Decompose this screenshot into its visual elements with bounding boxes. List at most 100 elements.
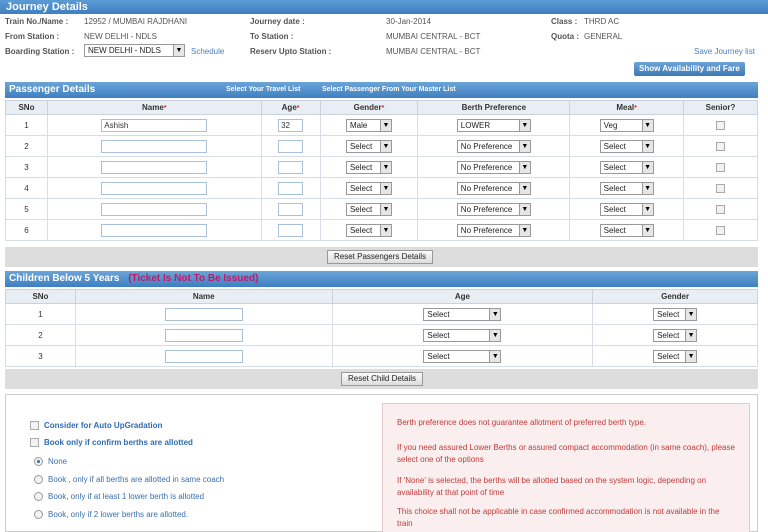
passenger-meal-select-value: Select [603, 204, 626, 214]
child-gender-select[interactable]: Select ▼ [653, 349, 698, 363]
confirm-berths-option[interactable]: Book only if confirm berths are allotted [30, 438, 193, 448]
passenger-gender-select-value: Male [349, 120, 368, 130]
passenger-gender-select[interactable]: Select ▼ [345, 202, 392, 216]
child-age-select[interactable]: Select ▼ [423, 349, 502, 363]
confirm-berths-checkbox[interactable] [30, 438, 39, 448]
passenger-gender-select[interactable]: Select ▼ [345, 181, 392, 195]
passenger-meal-select[interactable]: Veg ▼ [599, 118, 654, 132]
passenger-name-input[interactable] [101, 223, 208, 237]
passenger-gender-select[interactable]: Select ▼ [345, 223, 392, 237]
reset-child-button[interactable]: Reset Child Details [341, 372, 424, 386]
passenger-details-header: Passenger Details Select Your Travel Lis… [5, 82, 758, 98]
passenger-age-cell [260, 219, 321, 241]
child-age-select[interactable]: Select ▼ [423, 307, 502, 321]
passenger-age-input[interactable]: 32 [278, 118, 304, 132]
reserv-upto-value: MUMBAI CENTRAL - BCT [386, 47, 481, 56]
passenger-sno: 5 [5, 198, 48, 220]
passenger-name-cell [46, 219, 262, 241]
passenger-name-input[interactable] [101, 160, 208, 174]
senior-checkbox[interactable] [716, 162, 726, 172]
passenger-meal-select-value: Select [603, 183, 626, 193]
passenger-gender-cell: Select ▼ [319, 198, 419, 220]
reset-passengers-button[interactable]: Reset Passengers Details [327, 250, 434, 264]
passenger-name-input[interactable] [101, 139, 208, 153]
col-name: Name* [46, 100, 262, 115]
passenger-row: 1 Ashish 32 Male ▼ LOWER ▼ Veg ▼ [5, 114, 758, 136]
passenger-berth-select[interactable]: No Preference ▼ [456, 139, 531, 153]
radio-two-lower-option[interactable]: Book, only if 2 lower berths are allotte… [34, 510, 189, 520]
required-mark: * [634, 105, 637, 112]
child-name-input[interactable] [164, 349, 243, 363]
auto-upgrade-checkbox[interactable] [30, 421, 39, 431]
required-mark: * [296, 105, 300, 112]
child-gender-select-value: Select [657, 330, 680, 340]
passenger-age-input[interactable] [278, 202, 304, 216]
child-gender-select[interactable]: Select ▼ [653, 328, 698, 342]
show-availability-button[interactable]: Show Availability and Fare [634, 62, 745, 76]
senior-checkbox[interactable] [716, 225, 726, 235]
passenger-name-input[interactable] [101, 202, 208, 216]
passenger-meal-select[interactable]: Select ▼ [599, 202, 654, 216]
passenger-gender-select-value: Select [349, 141, 373, 151]
child-age-select[interactable]: Select ▼ [423, 328, 502, 342]
radio-none[interactable] [34, 457, 43, 467]
passenger-senior-cell [683, 156, 758, 178]
auto-upgrade-option[interactable]: Consider for Auto UpGradation [30, 421, 162, 431]
passenger-berth-select-value: No Preference [460, 141, 513, 151]
note-not-applicable: This choice shall not be applicable in c… [397, 507, 720, 528]
senior-checkbox[interactable] [716, 183, 726, 193]
passenger-age-input[interactable] [278, 223, 304, 237]
chevron-down-icon: ▼ [685, 308, 697, 320]
passenger-name-input[interactable]: Ashish [101, 118, 208, 132]
passenger-meal-select[interactable]: Select ▼ [599, 160, 654, 174]
passenger-gender-select[interactable]: Select ▼ [345, 160, 392, 174]
select-travel-list-link[interactable]: Select Your Travel List [226, 82, 300, 98]
radio-same-coach-option[interactable]: Book , only if all berths are allotted i… [34, 475, 224, 485]
radio-two-lower[interactable] [34, 510, 43, 520]
passenger-sno: 2 [5, 135, 48, 157]
passenger-meal-select-value: Select [603, 162, 626, 172]
radio-one-lower[interactable] [34, 492, 43, 502]
schedule-link[interactable]: Schedule [191, 47, 224, 56]
child-gender-select[interactable]: Select ▼ [653, 307, 698, 321]
child-name-input[interactable] [164, 307, 243, 321]
chevron-down-icon: ▼ [685, 329, 697, 341]
chevron-down-icon: ▼ [641, 203, 653, 215]
passenger-berth-select[interactable]: No Preference ▼ [456, 223, 531, 237]
passenger-meal-select[interactable]: Select ▼ [599, 223, 654, 237]
child-name-input[interactable] [164, 328, 243, 342]
passenger-berth-select[interactable]: No Preference ▼ [456, 202, 531, 216]
passenger-gender-select[interactable]: Select ▼ [345, 139, 392, 153]
radio-one-lower-option[interactable]: Book, only if at least 1 lower berth is … [34, 492, 204, 502]
senior-checkbox[interactable] [716, 141, 726, 151]
chevron-down-icon: ▼ [173, 45, 184, 56]
chevron-down-icon: ▼ [379, 119, 391, 131]
boarding-station-select[interactable]: NEW DELHI - NDLS ▼ [84, 44, 185, 57]
passenger-meal-select[interactable]: Select ▼ [599, 139, 654, 153]
class-label: Class : [551, 17, 578, 26]
child-gender-select-value: Select [657, 309, 680, 319]
save-journey-list-link[interactable]: Save Journey list [694, 47, 755, 56]
radio-same-coach[interactable] [34, 475, 43, 485]
senior-checkbox[interactable] [716, 120, 726, 130]
passenger-age-input[interactable] [278, 139, 304, 153]
passenger-age-input[interactable] [278, 181, 304, 195]
child-gender-select-value: Select [657, 351, 680, 361]
radio-none-option[interactable]: None [34, 457, 67, 467]
passenger-berth-select[interactable]: No Preference ▼ [456, 181, 531, 195]
passenger-age-input[interactable] [278, 160, 304, 174]
from-station-label: From Station : [5, 32, 60, 41]
passenger-meal-select[interactable]: Select ▼ [599, 181, 654, 195]
senior-checkbox[interactable] [716, 204, 726, 214]
passenger-gender-select-value: Select [349, 183, 373, 193]
passenger-berth-select[interactable]: LOWER ▼ [456, 118, 531, 132]
passenger-name-input[interactable] [101, 181, 208, 195]
passenger-berth-select[interactable]: No Preference ▼ [456, 160, 531, 174]
passenger-gender-select[interactable]: Male ▼ [345, 118, 392, 132]
passenger-gender-select-value: Select [349, 204, 373, 214]
radio-two-lower-label: Book, only if 2 lower berths are allotte… [48, 510, 189, 519]
passenger-name-cell [46, 135, 262, 157]
select-master-list-link[interactable]: Select Passenger From Your Master List [322, 82, 456, 98]
chevron-down-icon: ▼ [489, 350, 501, 362]
passenger-berth-cell: No Preference ▼ [417, 198, 571, 220]
